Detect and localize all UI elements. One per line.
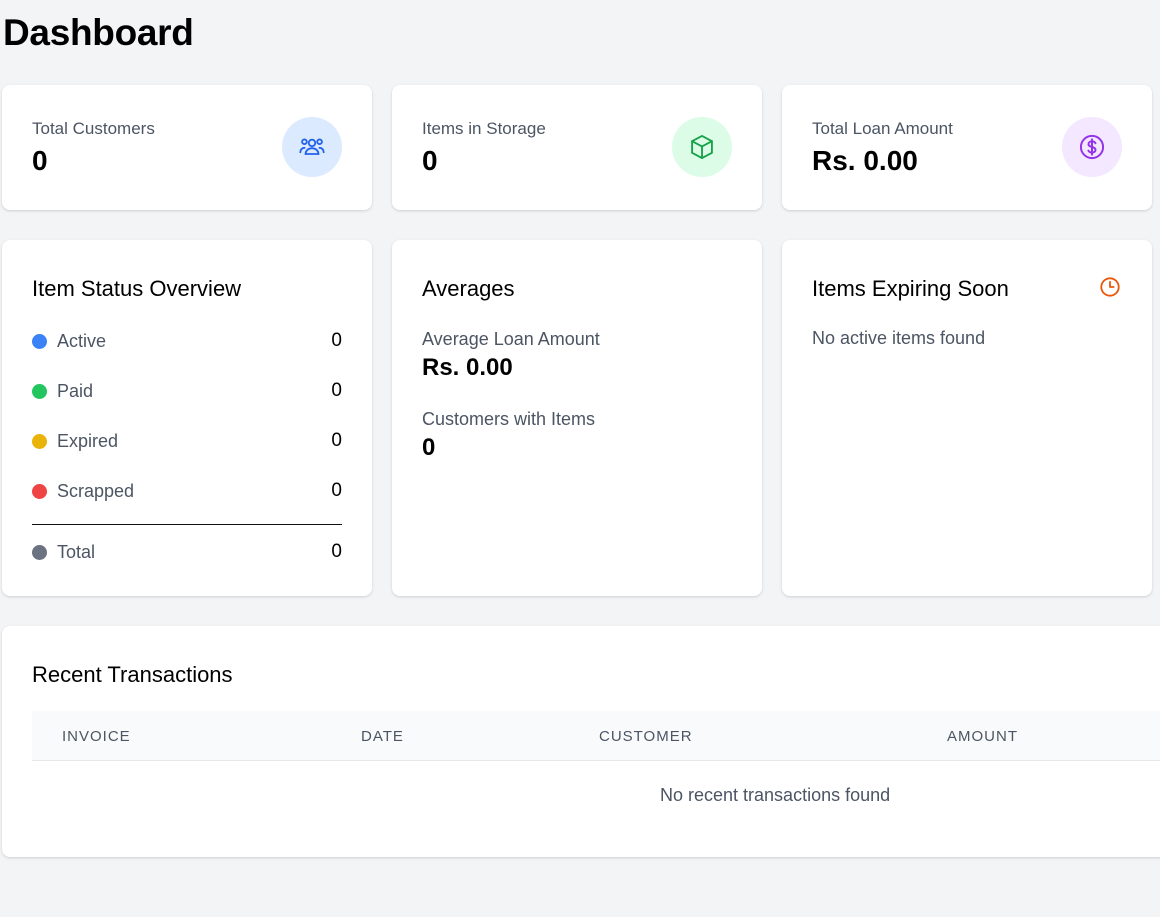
stat-value: 0 [32,145,48,176]
status-count: 0 [331,480,342,501]
empty-state-text: No active items found [812,328,986,348]
column-header-invoice[interactable]: INVOICE [62,728,131,745]
empty-state-text: No recent transactions found [660,785,891,805]
clock-icon [1099,276,1121,303]
stat-card-total-customers: Total Customers 0 [2,85,372,210]
stat-label: Total Loan Amount [812,119,953,138]
status-dot-icon [32,483,47,499]
stat-value: Rs. 0.00 [812,145,918,176]
customers-with-items-label: Customers with Items [422,409,596,429]
card-heading: Item Status Overview [32,276,242,301]
status-count: 0 [331,541,342,562]
column-header-amount[interactable]: AMOUNT [947,728,1018,745]
stat-value: 0 [422,145,438,176]
customers-with-items-value: 0 [422,434,436,461]
box-icon [672,117,732,177]
status-dot-icon [32,333,47,349]
card-heading: Items Expiring Soon [812,276,1009,301]
stat-label: Items in Storage [422,119,546,138]
stat-card-total-loan-amount: Total Loan Amount Rs. 0.00 [782,85,1152,210]
item-status-overview-card: Item Status Overview Active 0 Paid 0 Exp… [2,240,372,596]
averages-card: Averages Average Loan Amount Rs. 0.00 Cu… [392,240,762,596]
dollar-icon [1062,117,1122,177]
status-label: Paid [57,380,94,401]
stat-label: Total Customers [32,119,155,138]
status-dot-icon [32,544,47,560]
status-row-active: Active 0 [32,329,342,353]
table-header: INVOICE DATE CUSTOMER AMOUNT [32,711,1160,761]
status-label: Scrapped [57,480,135,501]
status-count: 0 [331,430,342,451]
card-heading: Averages [422,276,515,301]
status-row-total: Total 0 [32,540,342,564]
status-row-scrapped: Scrapped 0 [32,479,342,503]
column-header-customer[interactable]: CUSTOMER [599,728,693,745]
status-row-paid: Paid 0 [32,379,342,403]
status-label: Expired [57,430,119,451]
page-title: Dashboard [3,12,194,53]
card-heading: Recent Transactions [32,662,233,687]
recent-transactions-card: Recent Transactions INVOICE DATE CUSTOME… [2,626,1160,857]
items-expiring-soon-card: Items Expiring Soon No active items foun… [782,240,1152,596]
status-dot-icon [32,433,47,449]
status-dot-icon [32,383,47,399]
avg-loan-value: Rs. 0.00 [422,354,513,381]
status-label: Active [57,330,107,351]
transactions-table: INVOICE DATE CUSTOMER AMOUNT No recent t… [32,711,1160,805]
stat-card-items-in-storage: Items in Storage 0 [392,85,762,210]
status-count: 0 [331,330,342,351]
status-row-expired: Expired 0 [32,429,342,453]
status-count: 0 [331,380,342,401]
avg-loan-label: Average Loan Amount [422,329,600,349]
column-header-date[interactable]: DATE [361,728,404,745]
divider [32,524,342,525]
status-label: Total [57,541,96,562]
users-icon [282,117,342,177]
